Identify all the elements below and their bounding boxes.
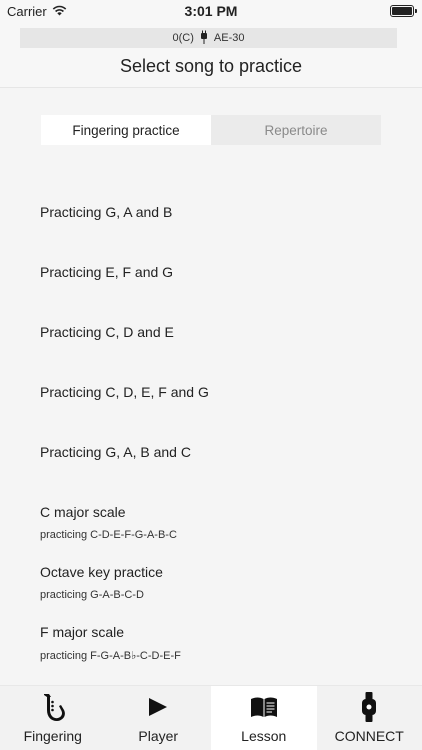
song-item[interactable]: Practicing E, F and G [40, 264, 400, 280]
plug-icon [200, 30, 208, 47]
device-connection-bar[interactable]: 0(C) AE-30 [20, 28, 397, 48]
song-title: Practicing G, A and B [40, 204, 173, 220]
song-subtitle: practicing F-G-A-B♭-C-D-E-F [40, 650, 181, 662]
song-item[interactable]: Octave key practice practicing G-A-B-C-D [40, 564, 400, 601]
battery-icon [390, 5, 417, 17]
song-title: Practicing C, D and E [40, 324, 174, 340]
page-title: Select song to practice [119, 56, 303, 76]
song-subtitle: practicing G-A-B-C-D [40, 589, 144, 601]
status-time: 3:01 PM [184, 3, 238, 19]
song-title: Octave key practice [40, 564, 163, 580]
tab-connect[interactable]: CONNECT [317, 686, 422, 750]
device-name-label: AE-30 [213, 32, 245, 44]
segment-fingering-practice[interactable]: Fingering practice [41, 115, 211, 145]
tab-label: Lesson [241, 728, 287, 744]
tab-label: Player [138, 728, 179, 744]
song-item[interactable]: F major scale practicing F-G-A-B♭-C-D-E-… [40, 624, 400, 662]
song-title: Practicing G, A, B and C [40, 444, 191, 460]
song-item[interactable]: Practicing G, A and B [40, 204, 400, 220]
song-title: C major scale [40, 504, 126, 520]
tab-label: CONNECT [334, 728, 404, 744]
song-item[interactable]: Practicing G, A, B and C [40, 444, 400, 460]
song-item[interactable]: Practicing C, D, E, F and G [40, 384, 400, 400]
tab-bar: Fingering Player Lesson CONNECT [0, 685, 422, 750]
play-icon [147, 692, 169, 722]
song-title: Practicing C, D, E, F and G [40, 384, 209, 400]
song-title: Practicing E, F and G [40, 264, 174, 280]
song-item[interactable]: C major scale practicing C-D-E-F-G-A-B-C [40, 504, 400, 541]
tab-fingering[interactable]: Fingering [0, 686, 106, 750]
header: 0(C) AE-30 Select song to practice [0, 22, 422, 88]
tab-label: Fingering [23, 728, 82, 744]
tab-lesson[interactable]: Lesson [211, 686, 317, 750]
watch-icon [361, 692, 377, 722]
song-subtitle: practicing C-D-E-F-G-A-B-C [40, 529, 177, 541]
status-bar: Carrier 3:01 PM [0, 0, 422, 22]
song-title: F major scale [40, 624, 125, 640]
segment-repertoire[interactable]: Repertoire [211, 115, 381, 145]
song-item[interactable]: Practicing C, D and E [40, 324, 400, 340]
tab-player[interactable]: Player [106, 686, 212, 750]
segmented-control: Fingering practice Repertoire [41, 115, 381, 145]
saxophone-icon [40, 692, 66, 722]
device-key-label: 0(C) [172, 32, 194, 44]
book-icon [250, 692, 278, 722]
